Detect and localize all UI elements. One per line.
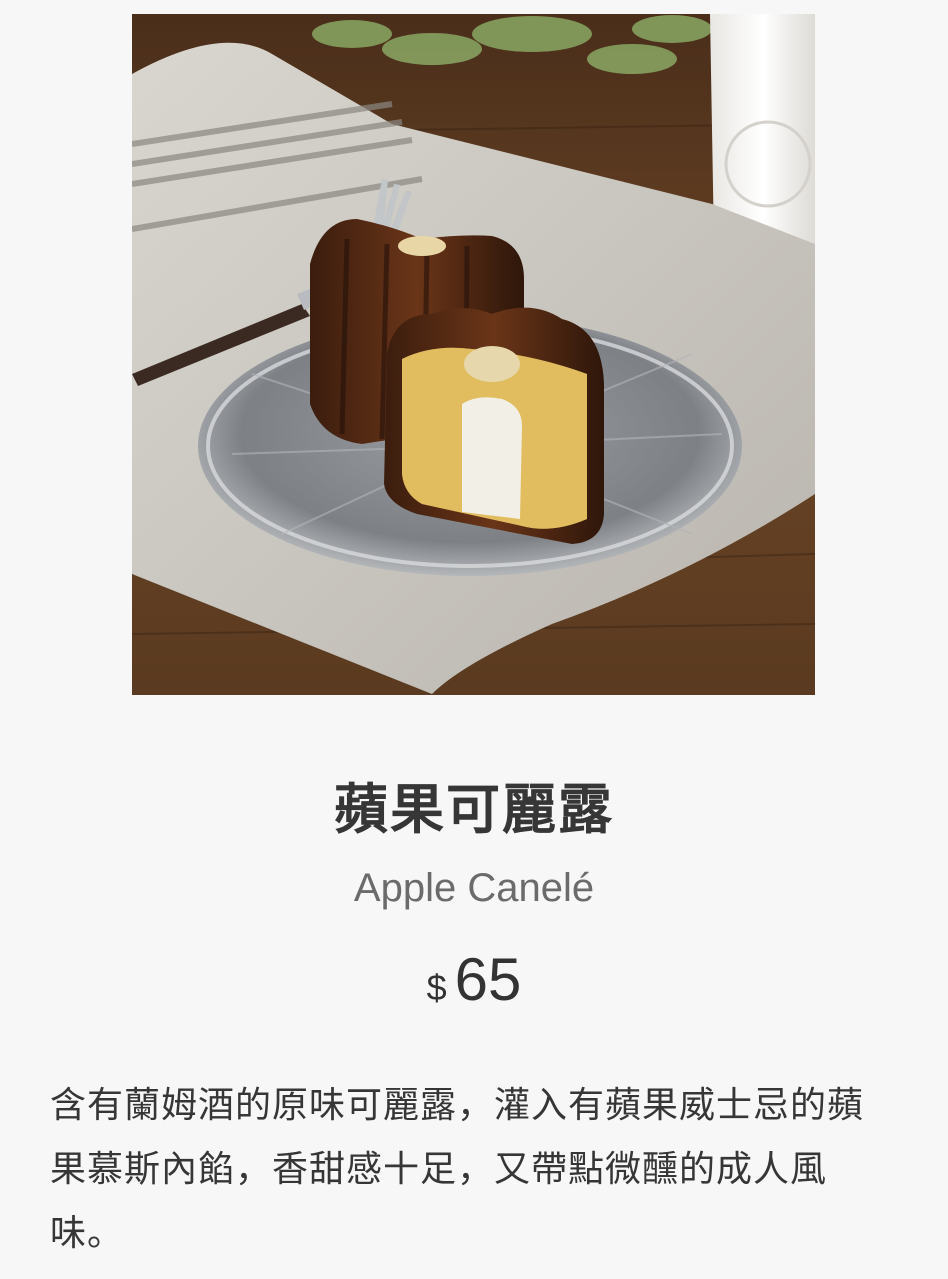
- product-image: [132, 14, 815, 695]
- product-description: 含有蘭姆酒的原味可麗露，灌入有蘋果威士忌的蘋果慕斯內餡，香甜感十足，又帶點微醺的…: [50, 1085, 865, 1254]
- price-amount: 65: [454, 946, 522, 1013]
- product-name-en: Apple Canelé: [353, 866, 595, 910]
- product-price: $65: [0, 940, 948, 1036]
- product-name-zh: 蘋果可麗露: [334, 778, 614, 841]
- currency-symbol: $: [426, 967, 447, 1008]
